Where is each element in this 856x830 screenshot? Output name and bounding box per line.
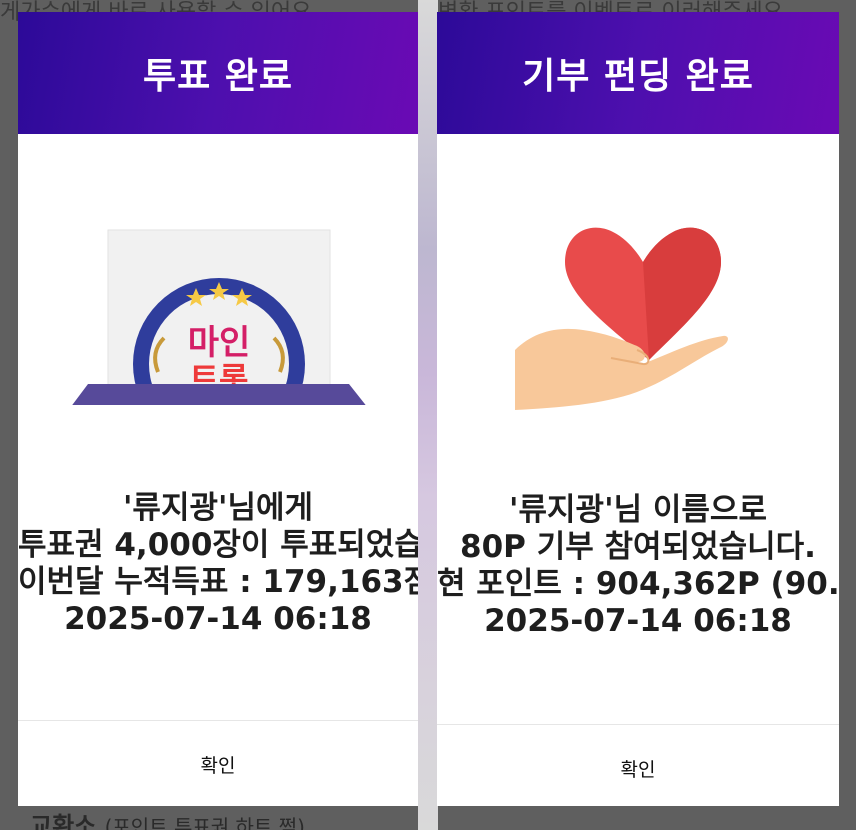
vote-complete-dialog: 투표 완료 마인 트롯 '류지광'님에게 투표권 4,000장이 투표되었습니다… (18, 12, 418, 806)
message-line: 이번달 누적득표 : 179,163점 (18, 564, 418, 600)
dialog-title: 기부 펀딩 완료 (437, 12, 839, 134)
logo-text-top: 마인 (188, 323, 251, 363)
confirm-button[interactable]: 확인 (18, 724, 418, 804)
exchange-title: 교환소 (30, 812, 97, 830)
message-line: '류지광'님에게 (122, 490, 314, 526)
message-line: 2025-07-14 06:18 (484, 603, 792, 639)
message-line: 투표권 4,000장이 투표되었습니다 (18, 527, 418, 563)
message-line: '류지광'님 이름으로 (509, 492, 767, 528)
message-line: 2025-07-14 06:18 (64, 601, 372, 637)
donation-complete-dialog: 기부 펀딩 완료 '류지광'님 이름으로 80P 기부 참여되었습니다. 현 포… (437, 12, 839, 806)
footer-divider (437, 724, 839, 725)
donation-result-message: '류지광'님 이름으로 80P 기부 참여되었습니다. 현 포인트 : 904,… (437, 492, 839, 640)
background-section-title: 교환소 (포인트 투표권 하트 쩜) (30, 806, 305, 830)
exchange-subtitle: (포인트 투표권 하트 쩜) (104, 815, 305, 830)
confirm-button[interactable]: 확인 (437, 728, 839, 806)
screenshot-divider (418, 0, 438, 830)
heart-hand-icon (437, 222, 839, 412)
footer-divider (18, 720, 418, 721)
message-line: 현 포인트 : 904,362P (90.4%) (437, 566, 839, 602)
ballot-box-icon: 마인 트롯 (18, 222, 418, 450)
vote-result-message: '류지광'님에게 투표권 4,000장이 투표되었습니다 이번달 누적득표 : … (18, 490, 418, 638)
message-line: 80P 기부 참여되었습니다. (460, 529, 816, 565)
dialog-title: 투표 완료 (18, 12, 418, 134)
